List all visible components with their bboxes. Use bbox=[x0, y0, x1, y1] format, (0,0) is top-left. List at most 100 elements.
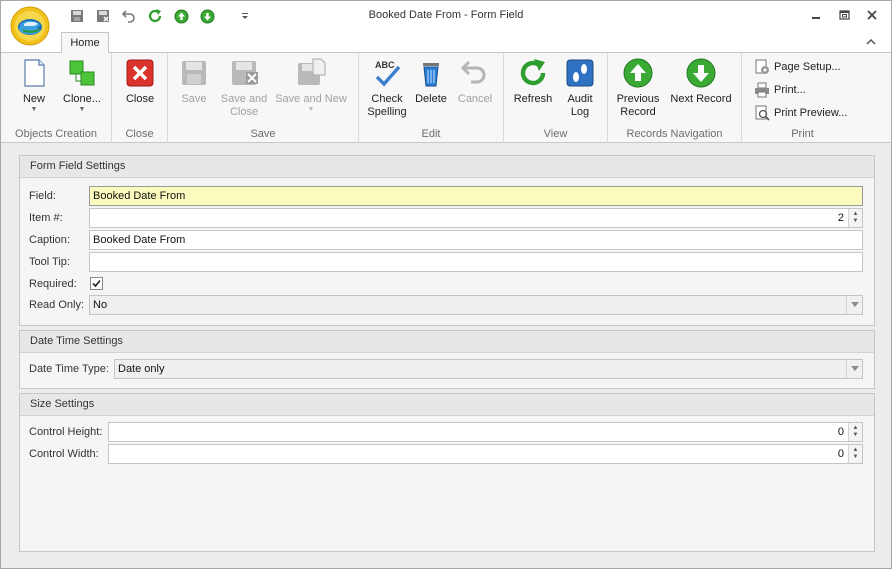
spell-check-icon-text: ABC bbox=[375, 60, 395, 70]
spin-down-icon[interactable]: ▼ bbox=[853, 432, 859, 439]
minimize-icon[interactable] bbox=[809, 8, 823, 22]
read-only-row: Read Only: bbox=[29, 295, 84, 315]
print-button[interactable]: Print... bbox=[754, 82, 806, 98]
collapse-ribbon-icon[interactable] bbox=[865, 36, 877, 48]
trash-icon bbox=[423, 63, 439, 87]
application-logo[interactable] bbox=[10, 6, 50, 46]
read-only-select[interactable]: No bbox=[89, 295, 863, 315]
previous-record-button[interactable]: Previous Record bbox=[616, 57, 660, 119]
group-label-save: Save bbox=[250, 128, 276, 140]
tool-tip-input[interactable] bbox=[89, 252, 863, 272]
title-bar: Booked Date From - Form Field bbox=[1, 1, 891, 31]
spin-up-icon[interactable]: ▲ bbox=[853, 211, 859, 218]
caption-row: Caption: bbox=[29, 230, 70, 250]
arrow-down-circle-icon bbox=[686, 58, 716, 88]
check-spelling-label: Check Spelling bbox=[367, 93, 407, 118]
control-height-value: 0 bbox=[837, 426, 844, 438]
print-preview-label: Print Preview... bbox=[774, 107, 848, 119]
cancel-button[interactable]: Cancel bbox=[455, 57, 495, 106]
page-setup-button[interactable]: Page Setup... bbox=[754, 59, 841, 75]
delete-button[interactable]: Delete bbox=[411, 57, 451, 106]
ribbon-group-save: Save Save and Close Save and New ▼ Save bbox=[168, 53, 359, 143]
field-label: Field: bbox=[29, 190, 56, 202]
page-setup-label: Page Setup... bbox=[774, 61, 841, 73]
new-button-label: New bbox=[22, 93, 45, 105]
previous-record-label: Previous Record bbox=[616, 93, 660, 118]
field-input[interactable]: Booked Date From bbox=[89, 186, 863, 206]
close-x-icon bbox=[126, 59, 154, 87]
caption-label: Caption: bbox=[29, 234, 70, 246]
save-and-new-button[interactable]: Save and New ▼ bbox=[274, 57, 348, 114]
audit-log-button[interactable]: Audit Log bbox=[560, 57, 600, 119]
date-time-type-label: Date Time Type: bbox=[29, 363, 109, 375]
date-time-settings-panel: Date Time Settings Date Time Type: Date … bbox=[19, 330, 875, 389]
check-spelling-button[interactable]: ABC Check Spelling bbox=[365, 57, 409, 119]
ribbon-group-objects-creation: New ▼ Clone... ▼ Objects Creation bbox=[1, 53, 112, 143]
page-setup-icon bbox=[755, 59, 769, 74]
required-label: Required: bbox=[29, 278, 77, 290]
control-height-stepper[interactable]: 0 ▲ ▼ bbox=[108, 422, 863, 442]
spell-check-icon: ABC bbox=[375, 60, 401, 87]
delete-label: Delete bbox=[415, 93, 447, 105]
spin-up-icon[interactable]: ▲ bbox=[853, 425, 859, 432]
clone-button[interactable]: Clone... ▼ bbox=[57, 57, 107, 114]
group-label-close: Close bbox=[125, 128, 154, 140]
spin-up-icon[interactable]: ▲ bbox=[853, 447, 859, 454]
print-preview-button[interactable]: Print Preview... bbox=[754, 105, 847, 121]
date-time-type-row: Date Time Type: bbox=[29, 359, 109, 379]
refresh-arrow-icon bbox=[520, 59, 546, 86]
spin-down-icon[interactable]: ▼ bbox=[853, 218, 859, 225]
size-settings-panel: Size Settings Control Height: 0 ▲ ▼ Contr… bbox=[19, 393, 875, 552]
caption-input[interactable]: Booked Date From bbox=[89, 230, 863, 250]
chevron-down-icon[interactable] bbox=[846, 360, 862, 378]
save-button[interactable]: Save bbox=[174, 57, 214, 106]
dropdown-arrow-icon: ▼ bbox=[307, 106, 315, 113]
form-content: Form Field Settings Field: Booked Date F… bbox=[1, 143, 891, 568]
next-record-button[interactable]: Next Record bbox=[666, 57, 736, 106]
item-number-row: Item #: bbox=[29, 208, 63, 228]
item-number-stepper[interactable]: 2 ▲ ▼ bbox=[89, 208, 863, 228]
save-and-close-button[interactable]: Save and Close bbox=[218, 57, 270, 119]
arrow-up-circle-icon bbox=[623, 58, 653, 88]
save-and-new-label: Save and New bbox=[275, 93, 347, 105]
field-row: Field: bbox=[29, 186, 56, 206]
control-height-label: Control Height: bbox=[29, 426, 103, 438]
item-number-value: 2 bbox=[837, 212, 844, 224]
control-height-spin-buttons[interactable]: ▲ ▼ bbox=[848, 423, 862, 441]
save-button-label: Save bbox=[181, 93, 207, 105]
control-width-row: Control Width: bbox=[29, 444, 99, 464]
required-checkbox[interactable] bbox=[90, 277, 103, 290]
audit-log-label: Audit Log bbox=[567, 93, 593, 118]
panel-title: Size Settings bbox=[20, 394, 874, 416]
save-new-disk-icon bbox=[298, 58, 326, 85]
dropdown-arrow-icon: ▼ bbox=[78, 106, 86, 113]
undo-arrow-icon bbox=[460, 60, 486, 84]
read-only-label: Read Only: bbox=[29, 299, 85, 311]
save-and-close-label: Save and Close bbox=[220, 93, 268, 118]
chevron-down-icon[interactable] bbox=[846, 296, 862, 314]
close-button[interactable]: Close bbox=[119, 57, 161, 106]
group-label-print: Print bbox=[791, 128, 814, 140]
control-width-spin-buttons[interactable]: ▲ ▼ bbox=[848, 445, 862, 463]
tool-tip-row: Tool Tip: bbox=[29, 252, 70, 272]
refresh-button[interactable]: Refresh bbox=[512, 57, 554, 106]
tab-home[interactable]: Home bbox=[61, 32, 109, 54]
group-label-objects-creation: Objects Creation bbox=[15, 128, 97, 140]
group-label-edit: Edit bbox=[421, 128, 441, 140]
tool-tip-label: Tool Tip: bbox=[29, 256, 70, 268]
printer-icon bbox=[755, 82, 769, 98]
checkmark-icon bbox=[92, 279, 101, 288]
close-icon[interactable] bbox=[865, 8, 879, 22]
item-number-spin-buttons[interactable]: ▲ ▼ bbox=[848, 209, 862, 227]
new-button[interactable]: New ▼ bbox=[13, 57, 55, 114]
spin-down-icon[interactable]: ▼ bbox=[853, 454, 859, 461]
restore-icon[interactable] bbox=[837, 8, 851, 22]
clone-icon bbox=[69, 60, 95, 86]
ribbon-group-edit: ABC Check Spelling Delete Cancel Edit bbox=[359, 53, 504, 143]
date-time-type-select[interactable]: Date only bbox=[114, 359, 863, 379]
ribbon: New ▼ Clone... ▼ Objects Creation Close … bbox=[1, 53, 891, 143]
refresh-label: Refresh bbox=[513, 93, 553, 105]
control-width-stepper[interactable]: 0 ▲ ▼ bbox=[108, 444, 863, 464]
ribbon-group-records-navigation: Previous Record Next Record Records Navi… bbox=[608, 53, 742, 143]
required-row: Required: bbox=[29, 274, 77, 294]
